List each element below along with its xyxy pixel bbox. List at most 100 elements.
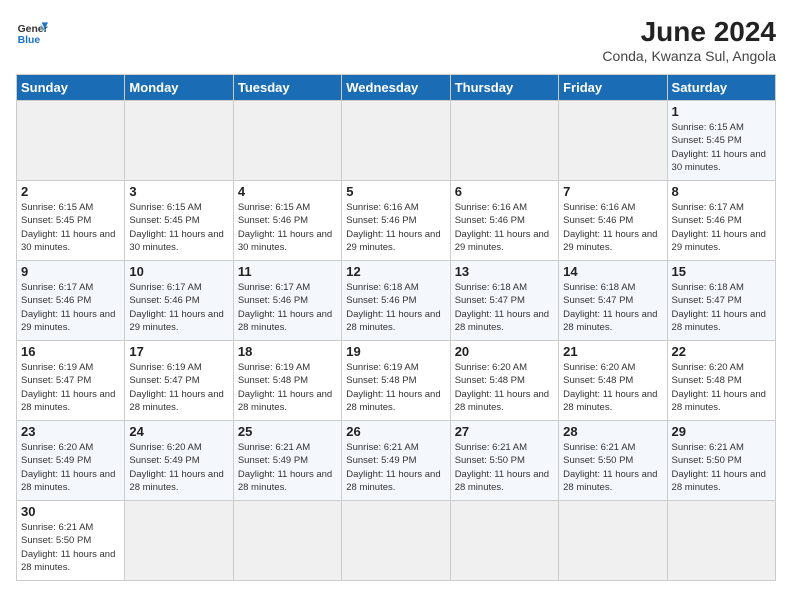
calendar-cell [450, 101, 558, 181]
cell-info: Sunrise: 6:16 AMSunset: 5:46 PMDaylight:… [455, 202, 549, 253]
calendar-cell [233, 101, 341, 181]
logo-icon: General Blue [16, 16, 48, 48]
cell-info: Sunrise: 6:15 AMSunset: 5:45 PMDaylight:… [672, 122, 766, 173]
day-number: 30 [21, 504, 120, 519]
calendar-cell: 2 Sunrise: 6:15 AMSunset: 5:45 PMDayligh… [17, 181, 125, 261]
cell-info: Sunrise: 6:17 AMSunset: 5:46 PMDaylight:… [672, 202, 766, 253]
calendar-cell [559, 101, 667, 181]
day-number: 27 [455, 424, 554, 439]
cell-info: Sunrise: 6:18 AMSunset: 5:47 PMDaylight:… [672, 282, 766, 333]
day-number: 23 [21, 424, 120, 439]
calendar-cell: 3 Sunrise: 6:15 AMSunset: 5:45 PMDayligh… [125, 181, 233, 261]
calendar-cell [342, 501, 450, 581]
day-number: 8 [672, 184, 771, 199]
calendar-cell [450, 501, 558, 581]
calendar-cell: 29 Sunrise: 6:21 AMSunset: 5:50 PMDaylig… [667, 421, 775, 501]
calendar-cell: 23 Sunrise: 6:20 AMSunset: 5:49 PMDaylig… [17, 421, 125, 501]
cell-info: Sunrise: 6:20 AMSunset: 5:49 PMDaylight:… [129, 442, 223, 493]
cell-info: Sunrise: 6:21 AMSunset: 5:50 PMDaylight:… [563, 442, 657, 493]
calendar-cell [559, 501, 667, 581]
cell-info: Sunrise: 6:16 AMSunset: 5:46 PMDaylight:… [563, 202, 657, 253]
calendar-week-row: 1 Sunrise: 6:15 AMSunset: 5:45 PMDayligh… [17, 101, 776, 181]
calendar-cell: 1 Sunrise: 6:15 AMSunset: 5:45 PMDayligh… [667, 101, 775, 181]
day-number: 15 [672, 264, 771, 279]
day-number: 20 [455, 344, 554, 359]
calendar-cell [233, 501, 341, 581]
calendar-cell: 24 Sunrise: 6:20 AMSunset: 5:49 PMDaylig… [125, 421, 233, 501]
calendar-cell: 25 Sunrise: 6:21 AMSunset: 5:49 PMDaylig… [233, 421, 341, 501]
day-number: 3 [129, 184, 228, 199]
calendar-cell: 15 Sunrise: 6:18 AMSunset: 5:47 PMDaylig… [667, 261, 775, 341]
calendar-cell: 16 Sunrise: 6:19 AMSunset: 5:47 PMDaylig… [17, 341, 125, 421]
calendar-cell: 7 Sunrise: 6:16 AMSunset: 5:46 PMDayligh… [559, 181, 667, 261]
day-number: 14 [563, 264, 662, 279]
calendar-cell: 20 Sunrise: 6:20 AMSunset: 5:48 PMDaylig… [450, 341, 558, 421]
cell-info: Sunrise: 6:21 AMSunset: 5:49 PMDaylight:… [238, 442, 332, 493]
calendar-cell: 5 Sunrise: 6:16 AMSunset: 5:46 PMDayligh… [342, 181, 450, 261]
calendar-cell: 9 Sunrise: 6:17 AMSunset: 5:46 PMDayligh… [17, 261, 125, 341]
calendar-cell [342, 101, 450, 181]
cell-info: Sunrise: 6:17 AMSunset: 5:46 PMDaylight:… [129, 282, 223, 333]
day-header-thursday: Thursday [450, 75, 558, 101]
cell-info: Sunrise: 6:20 AMSunset: 5:48 PMDaylight:… [563, 362, 657, 413]
day-number: 26 [346, 424, 445, 439]
day-header-tuesday: Tuesday [233, 75, 341, 101]
day-number: 16 [21, 344, 120, 359]
calendar-cell: 21 Sunrise: 6:20 AMSunset: 5:48 PMDaylig… [559, 341, 667, 421]
days-header-row: SundayMondayTuesdayWednesdayThursdayFrid… [17, 75, 776, 101]
calendar-cell: 13 Sunrise: 6:18 AMSunset: 5:47 PMDaylig… [450, 261, 558, 341]
header: General Blue June 2024 Conda, Kwanza Sul… [16, 16, 776, 64]
day-number: 25 [238, 424, 337, 439]
cell-info: Sunrise: 6:20 AMSunset: 5:48 PMDaylight:… [455, 362, 549, 413]
day-number: 24 [129, 424, 228, 439]
calendar-cell: 18 Sunrise: 6:19 AMSunset: 5:48 PMDaylig… [233, 341, 341, 421]
calendar-week-row: 9 Sunrise: 6:17 AMSunset: 5:46 PMDayligh… [17, 261, 776, 341]
calendar-cell [17, 101, 125, 181]
calendar-week-row: 30 Sunrise: 6:21 AMSunset: 5:50 PMDaylig… [17, 501, 776, 581]
day-number: 5 [346, 184, 445, 199]
svg-text:Blue: Blue [18, 35, 41, 46]
day-number: 22 [672, 344, 771, 359]
cell-info: Sunrise: 6:19 AMSunset: 5:48 PMDaylight:… [346, 362, 440, 413]
day-number: 2 [21, 184, 120, 199]
cell-info: Sunrise: 6:15 AMSunset: 5:45 PMDaylight:… [21, 202, 115, 253]
day-number: 11 [238, 264, 337, 279]
calendar-cell: 8 Sunrise: 6:17 AMSunset: 5:46 PMDayligh… [667, 181, 775, 261]
day-number: 9 [21, 264, 120, 279]
calendar-cell: 22 Sunrise: 6:20 AMSunset: 5:48 PMDaylig… [667, 341, 775, 421]
day-number: 6 [455, 184, 554, 199]
calendar-cell: 6 Sunrise: 6:16 AMSunset: 5:46 PMDayligh… [450, 181, 558, 261]
calendar-cell: 19 Sunrise: 6:19 AMSunset: 5:48 PMDaylig… [342, 341, 450, 421]
calendar-cell: 4 Sunrise: 6:15 AMSunset: 5:46 PMDayligh… [233, 181, 341, 261]
day-number: 7 [563, 184, 662, 199]
cell-info: Sunrise: 6:20 AMSunset: 5:48 PMDaylight:… [672, 362, 766, 413]
cell-info: Sunrise: 6:19 AMSunset: 5:48 PMDaylight:… [238, 362, 332, 413]
day-number: 29 [672, 424, 771, 439]
day-number: 4 [238, 184, 337, 199]
calendar-cell: 12 Sunrise: 6:18 AMSunset: 5:46 PMDaylig… [342, 261, 450, 341]
cell-info: Sunrise: 6:20 AMSunset: 5:49 PMDaylight:… [21, 442, 115, 493]
calendar-week-row: 2 Sunrise: 6:15 AMSunset: 5:45 PMDayligh… [17, 181, 776, 261]
calendar-cell [125, 101, 233, 181]
calendar-week-row: 16 Sunrise: 6:19 AMSunset: 5:47 PMDaylig… [17, 341, 776, 421]
cell-info: Sunrise: 6:21 AMSunset: 5:50 PMDaylight:… [672, 442, 766, 493]
day-header-friday: Friday [559, 75, 667, 101]
cell-info: Sunrise: 6:19 AMSunset: 5:47 PMDaylight:… [21, 362, 115, 413]
cell-info: Sunrise: 6:16 AMSunset: 5:46 PMDaylight:… [346, 202, 440, 253]
cell-info: Sunrise: 6:18 AMSunset: 5:47 PMDaylight:… [455, 282, 549, 333]
day-number: 13 [455, 264, 554, 279]
logo: General Blue [16, 16, 48, 48]
day-number: 17 [129, 344, 228, 359]
day-number: 10 [129, 264, 228, 279]
calendar-cell: 30 Sunrise: 6:21 AMSunset: 5:50 PMDaylig… [17, 501, 125, 581]
calendar-cell [667, 501, 775, 581]
calendar-cell [125, 501, 233, 581]
subtitle: Conda, Kwanza Sul, Angola [602, 48, 776, 64]
day-number: 21 [563, 344, 662, 359]
calendar-cell: 14 Sunrise: 6:18 AMSunset: 5:47 PMDaylig… [559, 261, 667, 341]
cell-info: Sunrise: 6:19 AMSunset: 5:47 PMDaylight:… [129, 362, 223, 413]
calendar-cell: 17 Sunrise: 6:19 AMSunset: 5:47 PMDaylig… [125, 341, 233, 421]
calendar-week-row: 23 Sunrise: 6:20 AMSunset: 5:49 PMDaylig… [17, 421, 776, 501]
day-number: 19 [346, 344, 445, 359]
calendar-cell: 10 Sunrise: 6:17 AMSunset: 5:46 PMDaylig… [125, 261, 233, 341]
